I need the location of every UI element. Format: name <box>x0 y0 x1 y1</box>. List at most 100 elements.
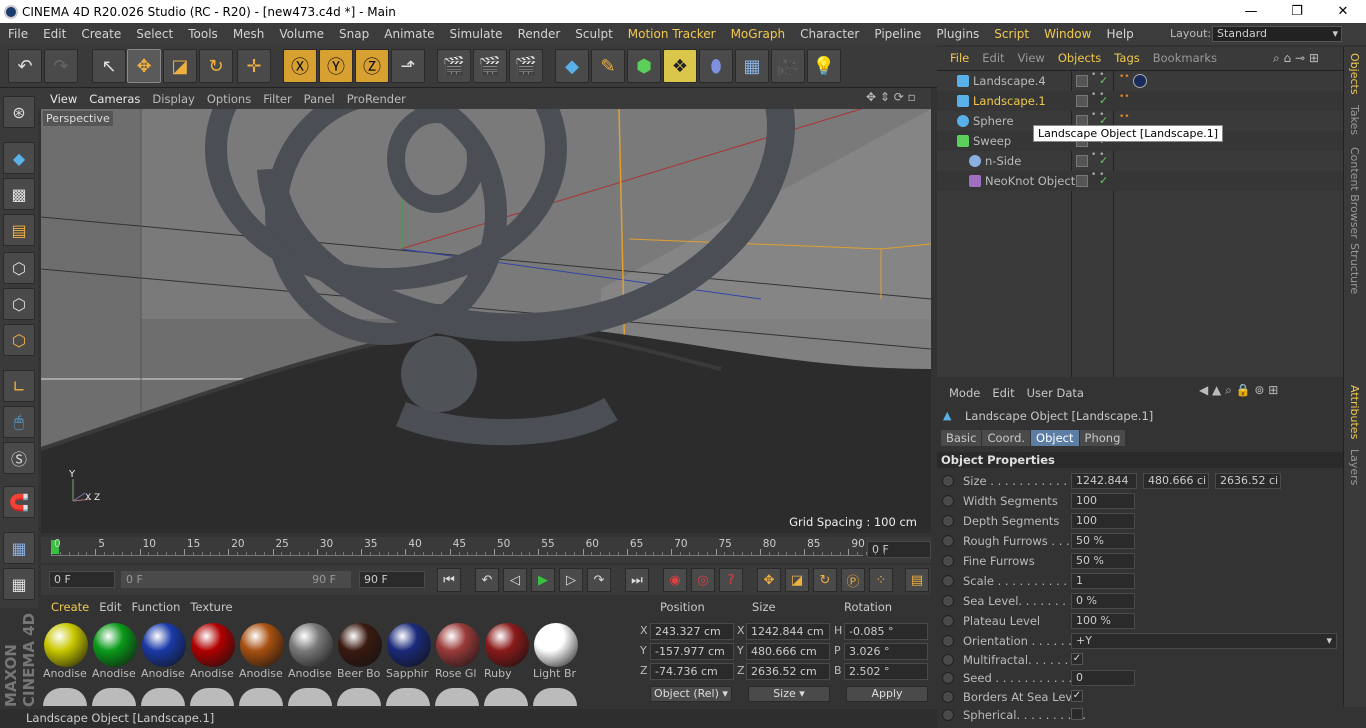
tab-takes[interactable]: Takes <box>1348 105 1361 135</box>
menu-character[interactable]: Character <box>792 27 866 41</box>
attribute-nav-icons[interactable]: ◀ ▲ ⌕ 🔒 ⊚ ⊞ <box>1199 383 1278 398</box>
frame-range-slider[interactable]: 0 F 90 F <box>121 571 351 588</box>
deformer-icon[interactable]: ⬮ <box>699 49 733 83</box>
multifractal-checkbox[interactable]: ✓ <box>1071 653 1083 665</box>
enabled-check-icon[interactable]: ✓ <box>1099 154 1108 167</box>
make-editable-icon[interactable]: ⊛ <box>3 96 35 128</box>
attribute-tab-phong[interactable]: Phong <box>1079 430 1126 446</box>
menu-animate[interactable]: Animate <box>376 27 441 41</box>
polygons-mode-icon[interactable]: ⬡ <box>3 324 35 356</box>
tab-structure[interactable]: Structure <box>1348 243 1361 294</box>
pen-spline-icon[interactable]: ✎ <box>591 49 625 83</box>
material-swatch[interactable]: Anodise <box>92 623 138 685</box>
move-tool-icon[interactable]: ✥ <box>127 49 161 83</box>
object-menu-bookmarks[interactable]: Bookmarks <box>1153 51 1217 65</box>
viewport-menu-panel[interactable]: Panel <box>304 92 335 106</box>
solo-icon[interactable]: Ⓢ <box>3 442 35 474</box>
size-z-field[interactable]: 2636.52 ci <box>1215 473 1281 489</box>
property-value-field[interactable]: 1 <box>1071 573 1135 589</box>
key-scale-icon[interactable]: ◪ <box>785 568 809 592</box>
last-tool-icon[interactable]: ✛ <box>237 49 271 83</box>
apply-button[interactable]: Apply <box>846 686 928 702</box>
key-pla-icon[interactable]: ⁘ <box>869 568 893 592</box>
viewport[interactable]: Perspective Y X Z Grid Spacing : 100 cm <box>41 109 931 533</box>
workplane-icon[interactable]: ▤ <box>3 214 35 246</box>
menu-simulate[interactable]: Simulate <box>442 27 510 41</box>
animate-property-icon[interactable] <box>942 615 954 627</box>
cube-object-icon[interactable]: ◆ <box>555 49 589 83</box>
property-value-field[interactable]: 100 <box>1071 513 1135 529</box>
render-view-icon[interactable]: 🎬 <box>437 49 471 83</box>
object-menu-edit[interactable]: Edit <box>982 51 1004 65</box>
x-axis-lock-icon[interactable]: Ⓧ <box>283 49 317 83</box>
axis-mode-icon[interactable]: ∟ <box>3 370 35 402</box>
layer-icon[interactable] <box>1076 75 1088 87</box>
object-row-landscape-1[interactable]: Landscape.1 • • ✓ •• <box>937 91 1343 111</box>
material-swatch[interactable]: Anodise <box>190 623 236 685</box>
material-menu-texture[interactable]: Texture <box>190 600 232 614</box>
model-mode-icon[interactable]: ◆ <box>3 142 35 174</box>
render-settings-icon[interactable]: 🎬 <box>509 49 543 83</box>
object-row-n-side[interactable]: n-Side • • ✓ <box>937 151 1343 171</box>
viewport-menu-options[interactable]: Options <box>207 92 251 106</box>
tweak-mode-icon[interactable]: 🖱 <box>3 406 35 438</box>
size-mode-select[interactable]: Size ▾ <box>748 686 830 702</box>
layout-select[interactable]: Standard ▾ <box>1212 26 1342 42</box>
start-frame-field[interactable]: 0 F <box>49 571 115 588</box>
material-menu-create[interactable]: Create <box>51 600 89 614</box>
light-icon[interactable]: 💡 <box>807 49 841 83</box>
seed-field[interactable]: 0 <box>1071 670 1135 686</box>
size-field[interactable]: 2636.52 cm <box>746 663 830 680</box>
go-to-start-icon[interactable]: ⏮ <box>437 568 461 592</box>
select-tool-icon[interactable]: ↖ <box>92 49 126 83</box>
size-x-field[interactable]: 1242.844 <box>1071 473 1137 489</box>
material-swatch[interactable]: Rose Gl <box>435 623 481 685</box>
menu-snap[interactable]: Snap <box>331 27 376 41</box>
animate-property-icon[interactable] <box>942 575 954 587</box>
viewport-menu-cameras[interactable]: Cameras <box>89 92 140 106</box>
animate-property-icon[interactable] <box>942 515 954 527</box>
attribute-tab-object[interactable]: Object <box>1031 430 1079 446</box>
enabled-check-icon[interactable]: ✓ <box>1099 94 1108 107</box>
object-menu-file[interactable]: File <box>950 51 969 65</box>
coord-mode-select[interactable]: Object (Rel) ▾ <box>650 686 732 702</box>
autokey-icon[interactable]: ◎ <box>691 568 715 592</box>
orientation-select[interactable]: +Y ▾ <box>1071 633 1337 649</box>
prev-frame-icon[interactable]: ◁ <box>503 568 527 592</box>
material-tag-icon[interactable] <box>1133 74 1147 88</box>
enabled-check-icon[interactable]: ✓ <box>1099 74 1108 87</box>
rotate-tool-icon[interactable]: ↻ <box>199 49 233 83</box>
animate-property-icon[interactable] <box>942 555 954 567</box>
viewport-menu-prorender[interactable]: ProRender <box>347 92 406 106</box>
layer-icon[interactable] <box>1076 95 1088 107</box>
borders-checkbox[interactable]: ✓ <box>1071 690 1083 702</box>
keyframe-selection-icon[interactable]: ? <box>719 568 743 592</box>
cloner-icon[interactable]: ❖ <box>663 49 697 83</box>
attribute-menu-mode[interactable]: Mode <box>949 386 980 400</box>
position-field[interactable]: 243.327 cm <box>650 623 734 640</box>
subdivision-icon[interactable]: ⬢ <box>627 49 661 83</box>
timeline-ruler[interactable]: 0 F 0 5 10 15 20 25 30 35 40 45 50 55 60 65 70 75 80 85 90 <box>41 537 931 563</box>
layer-icon[interactable] <box>1076 155 1088 167</box>
menu-file[interactable]: File <box>0 27 35 41</box>
tab-layers[interactable]: Layers <box>1348 449 1361 485</box>
enabled-check-icon[interactable]: ✓ <box>1099 174 1108 187</box>
texture-mode-icon[interactable]: ▩ <box>3 178 35 210</box>
animate-property-icon[interactable] <box>942 495 954 507</box>
animate-seed-icon[interactable] <box>942 672 954 684</box>
menu-mograph[interactable]: MoGraph <box>723 27 793 41</box>
menu-help[interactable]: Help <box>1098 27 1140 41</box>
attribute-tab-basic[interactable]: Basic <box>941 430 982 446</box>
record-keys-icon[interactable]: ◉ <box>663 568 687 592</box>
tab-content-browser[interactable]: Content Browser <box>1348 147 1361 239</box>
play-icon[interactable]: ▶ <box>531 568 555 592</box>
close-button[interactable]: ✕ <box>1320 0 1366 23</box>
viewport-menu-view[interactable]: View <box>50 92 77 106</box>
size-y-field[interactable]: 480.666 ci <box>1143 473 1209 489</box>
rotation-field[interactable]: 2.502 ° <box>844 663 928 680</box>
animate-borders-icon[interactable] <box>942 691 954 703</box>
attribute-menu-edit[interactable]: Edit <box>992 386 1014 400</box>
minimize-button[interactable]: — <box>1228 0 1274 23</box>
y-axis-lock-icon[interactable]: Ⓨ <box>319 49 353 83</box>
floor-icon[interactable]: ▦ <box>735 49 769 83</box>
